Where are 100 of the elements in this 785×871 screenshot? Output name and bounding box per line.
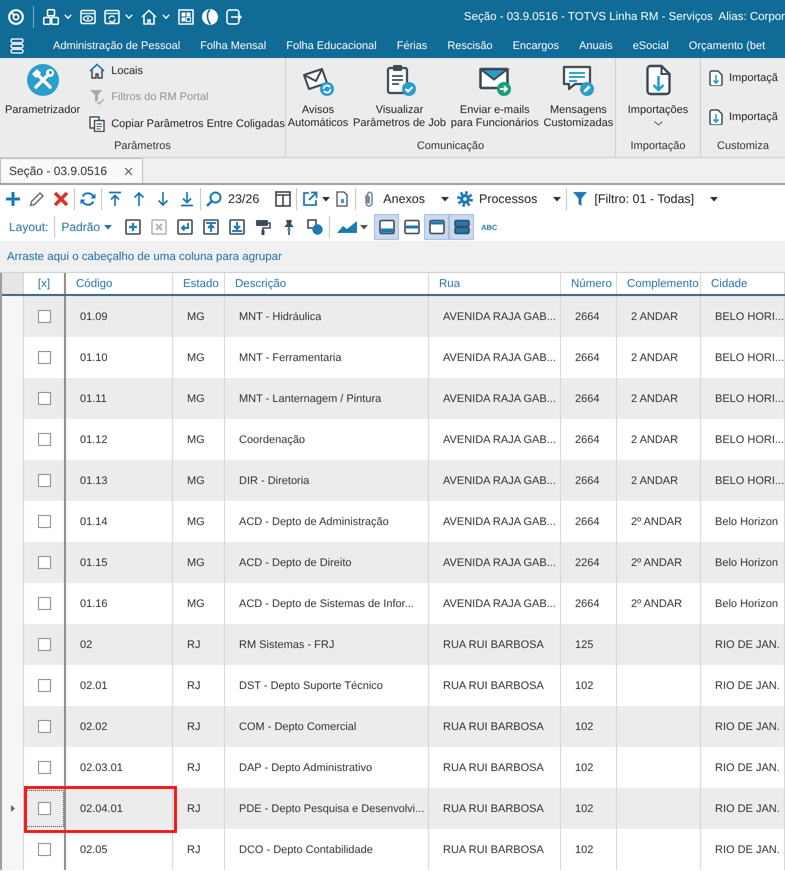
caret-icon[interactable]: [553, 196, 562, 202]
table-row[interactable]: 01.13 MG DIR - Diretoria AVENIDA RAJA GAB... 2664 2 ANDAR BELO HORI...: [2, 460, 785, 501]
table-row[interactable]: 02 RJ RM Sistemas - FRJ RUA RUI BARBOSA 125 RIO DE JAN.: [2, 624, 785, 665]
attachments-button[interactable]: Anexos: [357, 187, 453, 211]
plus-icon[interactable]: [5, 191, 21, 207]
area-chart-icon[interactable]: [337, 221, 358, 233]
arrow-top-icon[interactable]: [107, 191, 123, 207]
table-row[interactable]: 01.16 MG ACD - Depto de Sistemas de Infor... AVENIDA RAJA GAB... 2664 2º ANDAR Belo Horizon: [2, 583, 785, 624]
menu-item[interactable]: Rescisão: [447, 40, 493, 52]
filter-button[interactable]: [Filtro: 01 - Todas]: [568, 187, 722, 211]
document-icon[interactable]: [334, 191, 350, 207]
funnel-icon[interactable]: [572, 191, 588, 207]
column-header[interactable]: Descrição: [225, 273, 429, 294]
shapes-icon[interactable]: [307, 219, 324, 235]
checkbox[interactable]: [38, 761, 50, 774]
ribbon-button[interactable]: Parametrizador: [4, 58, 82, 117]
document-download-icon[interactable]: [709, 109, 723, 126]
chat-edit-icon[interactable]: [562, 64, 594, 96]
gear-icon[interactable]: [456, 191, 473, 207]
view-toggle[interactable]: [449, 214, 474, 240]
ribbon-button[interactable]: Importaçã: [709, 70, 778, 86]
menu-item[interactable]: Férias: [396, 40, 428, 52]
menu-item[interactable]: Encargos: [512, 40, 560, 52]
tools-icon[interactable]: [26, 64, 59, 96]
ribbon-button[interactable]: Importaçã: [709, 109, 778, 126]
document-tab[interactable]: Seção - 03.9.0516: [0, 158, 144, 183]
columns-icon[interactable]: [275, 191, 292, 207]
menu-item[interactable]: Anuais: [579, 40, 613, 52]
copy-icon[interactable]: [89, 116, 106, 132]
ribbon-button[interactable]: Importações: [626, 58, 690, 126]
checkbox[interactable]: [38, 392, 50, 405]
view-toggle[interactable]: [424, 214, 450, 240]
caret-icon[interactable]: [162, 14, 170, 19]
panel-top-icon[interactable]: [428, 219, 445, 235]
table-row[interactable]: 02.01 RJ DST - Depto Suporte Técnico RUA RUI BARBOSA 102 RIO DE JAN.: [2, 665, 785, 706]
checkbox[interactable]: [38, 474, 50, 487]
checkbox[interactable]: [38, 310, 50, 323]
exit-icon[interactable]: [226, 8, 242, 24]
menu-item[interactable]: eSocial: [632, 40, 669, 52]
refresh-icon[interactable]: [80, 191, 96, 207]
chevron-down-icon[interactable]: [654, 121, 662, 126]
close-icon[interactable]: [124, 166, 134, 176]
arrow-bottom-icon[interactable]: [179, 191, 195, 207]
checkbox[interactable]: [38, 433, 50, 446]
checkbox[interactable]: [38, 638, 50, 651]
processes-button[interactable]: Processos: [452, 187, 566, 211]
arrow-down-icon[interactable]: [155, 191, 171, 207]
panel-bottom-icon[interactable]: [378, 219, 395, 235]
home-icon[interactable]: [141, 8, 157, 24]
arrow-down-box-icon[interactable]: [229, 219, 246, 235]
panel-middle-icon[interactable]: [404, 219, 420, 235]
checkbox[interactable]: [38, 556, 50, 569]
circle-icon[interactable]: [202, 8, 218, 24]
caret-icon[interactable]: [710, 196, 718, 202]
panel-split-icon[interactable]: [454, 219, 470, 235]
table-row[interactable]: 01.09 MG MNT - Hidráulica AVENIDA RAJA GAB... 2664 2 ANDAR BELO HORI...: [2, 296, 785, 337]
menu-item[interactable]: Folha Mensal: [200, 40, 266, 52]
house-icon[interactable]: [89, 63, 106, 80]
plus-box-icon[interactable]: [125, 219, 142, 235]
menu-item[interactable]: Folha Educacional: [286, 40, 377, 52]
export-icon[interactable]: [302, 191, 318, 207]
caret-icon[interactable]: [64, 14, 72, 19]
blocks-icon[interactable]: [43, 8, 59, 24]
arrow-up-icon[interactable]: [131, 191, 147, 207]
arrow-up-box-icon[interactable]: [203, 219, 220, 235]
ribbon-button[interactable]: Enviar e-mails para Funcionários: [450, 58, 540, 130]
checkbox[interactable]: [38, 351, 50, 364]
column-header[interactable]: Código: [66, 273, 173, 294]
column-header[interactable]: Cidade: [701, 273, 785, 294]
pencil-icon[interactable]: [29, 191, 45, 207]
column-header[interactable]: Estado: [173, 273, 225, 294]
column-header[interactable]: Complemento: [617, 273, 701, 294]
table-row[interactable]: 01.14 MG ACD - Depto de Administração AVENIDA RAJA GAB... 2664 2º ANDAR Belo Horizon: [2, 501, 785, 542]
logo-icon[interactable]: [8, 8, 24, 24]
layout-dropdown[interactable]: Padrão: [56, 220, 120, 234]
menu-icon[interactable]: [10, 38, 24, 54]
caret-icon[interactable]: [440, 196, 449, 202]
ribbon-button[interactable]: Copiar Parâmetros Entre Coligadas: [89, 116, 285, 132]
menu-item[interactable]: Administração de Pessoal: [53, 40, 180, 52]
caret-icon[interactable]: [360, 224, 368, 230]
table-row[interactable]: 02.02 RJ COM - Depto Comercial RUA RUI BARBOSA 102 RIO DE JAN.: [2, 706, 785, 747]
checkbox[interactable]: [38, 679, 50, 692]
table-row[interactable]: 02.05 RJ DCO - Depto Contabilidade RUA RUI BARBOSA 102 RIO DE JAN.: [2, 829, 785, 870]
column-header[interactable]: [x]: [24, 273, 66, 294]
ribbon-button[interactable]: Locais: [89, 63, 285, 80]
grid-icon[interactable]: [178, 8, 194, 24]
return-box-icon[interactable]: [177, 219, 194, 235]
caret-icon[interactable]: [322, 196, 330, 202]
eye-icon[interactable]: [80, 8, 96, 24]
document-download-icon[interactable]: [709, 70, 723, 86]
checkbox[interactable]: [38, 515, 50, 528]
caret-icon[interactable]: [125, 14, 133, 19]
checkbox[interactable]: [38, 597, 50, 610]
ribbon-button[interactable]: Avisos Automáticos: [286, 58, 350, 130]
view-toggle[interactable]: [374, 214, 400, 240]
table-row[interactable]: 01.12 MG Coordenação AVENIDA RAJA GAB... 2664 2 ANDAR BELO HORI...: [2, 419, 785, 460]
window-refresh-icon[interactable]: [104, 8, 120, 24]
ribbon-button[interactable]: Mensagens Customizadas: [542, 58, 614, 130]
column-header[interactable]: Rua: [429, 273, 561, 294]
checkbox[interactable]: [38, 843, 50, 856]
